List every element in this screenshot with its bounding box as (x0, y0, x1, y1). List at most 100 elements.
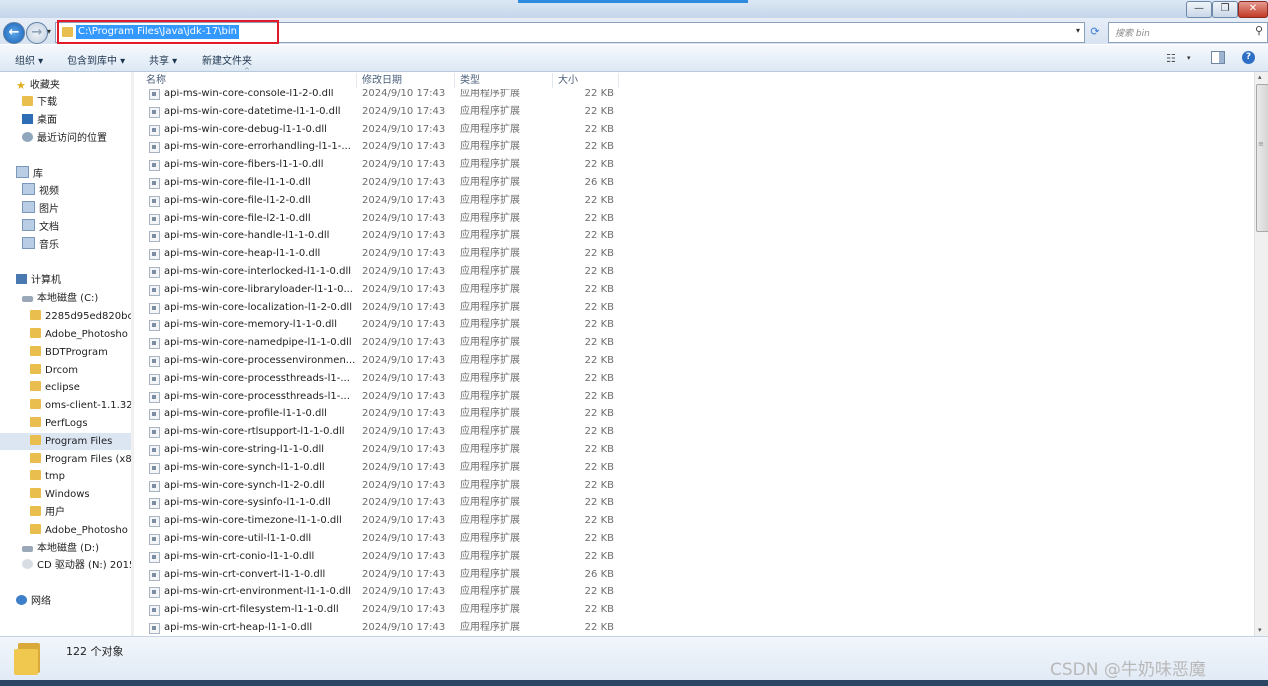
nav-folder[interactable]: Program Files (x86 (30, 451, 131, 468)
file-row[interactable]: api-ms-win-core-libraryloader-l1-1-0... 2… (140, 281, 620, 298)
file-row[interactable]: api-ms-win-core-synch-l1-2-0.dll 2024/9/1… (140, 477, 620, 494)
nav-folder[interactable]: tmp (30, 468, 65, 485)
file-row[interactable]: api-ms-win-core-interlocked-l1-1-0.dll 20… (140, 263, 620, 280)
file-row[interactable]: api-ms-win-crt-convert-l1-1-0.dll 2024/9/… (140, 566, 620, 583)
file-size: 22 KB (584, 550, 614, 562)
file-row[interactable]: api-ms-win-core-heap-l1-1-0.dll 2024/9/10… (140, 245, 620, 262)
file-row[interactable]: api-ms-win-core-synch-l1-1-0.dll 2024/9/1… (140, 459, 620, 476)
nav-folder[interactable]: 2285d95ed820bc (30, 308, 131, 325)
column-header-type[interactable]: 类型 (454, 73, 553, 88)
nav-music[interactable]: 音乐 (22, 237, 59, 254)
file-date: 2024/9/10 17:43 (362, 248, 446, 260)
nav-folder[interactable]: eclipse (30, 379, 80, 396)
scroll-up-icon[interactable]: ▴ (1258, 73, 1262, 81)
file-row[interactable]: api-ms-win-crt-filesystem-l1-1-0.dll 2024… (140, 601, 620, 618)
nav-folder[interactable]: Adobe_Photosho (30, 326, 128, 343)
nav-local-disk-d[interactable]: 本地磁盘 (D:) (22, 540, 99, 557)
file-row[interactable]: api-ms-win-core-file-l1-1-0.dll 2024/9/10… (140, 174, 620, 191)
file-row[interactable]: api-ms-win-core-sysinfo-l1-1-0.dll 2024/9… (140, 494, 620, 511)
search-icon[interactable]: ⚲ (1255, 24, 1263, 37)
include-in-library-menu[interactable]: 包含到库中 ▾ (67, 52, 125, 67)
search-input[interactable]: 搜索 bin ⚲ (1108, 22, 1268, 43)
refresh-button[interactable]: ⟳ (1086, 23, 1104, 41)
nav-folder[interactable]: Adobe_Photosho (30, 522, 128, 539)
nav-libraries[interactable]: 库 (16, 166, 43, 183)
file-row[interactable]: api-ms-win-core-profile-l1-1-0.dll 2024/9… (140, 405, 620, 422)
organize-menu[interactable]: 组织 ▾ (15, 52, 43, 67)
file-row[interactable]: api-ms-win-crt-conio-l1-1-0.dll 2024/9/10… (140, 548, 620, 565)
file-row[interactable]: api-ms-win-core-timezone-l1-1-0.dll 2024/… (140, 512, 620, 529)
file-row[interactable]: api-ms-win-core-util-l1-1-0.dll 2024/9/10… (140, 530, 620, 547)
file-row[interactable]: api-ms-win-core-localization-l1-2-0.dll 2… (140, 299, 620, 316)
maximize-button[interactable]: ❐ (1212, 1, 1238, 18)
nav-recent-places[interactable]: 最近访问的位置 (22, 130, 107, 147)
file-name: api-ms-win-core-file-l2-1-0.dll (164, 212, 311, 224)
file-row[interactable]: api-ms-win-core-namedpipe-l1-1-0.dll 2024… (140, 334, 620, 351)
nav-desktop[interactable]: 桌面 (22, 112, 57, 129)
nav-cd-drive[interactable]: CD 驱动器 (N:) 2015 (22, 557, 131, 574)
nav-folder[interactable]: Drcom (30, 362, 78, 379)
scrollbar-thumb[interactable] (1256, 84, 1268, 232)
share-menu[interactable]: 共享 ▾ (149, 52, 177, 67)
nav-folder[interactable]: PerfLogs (30, 415, 88, 432)
column-header-size[interactable]: 大小 (552, 73, 619, 88)
preview-pane-icon[interactable] (1211, 51, 1225, 64)
view-dropdown-icon[interactable]: ▾ (1187, 54, 1191, 62)
nav-favorites[interactable]: ★ 收藏夹 (16, 77, 60, 94)
nav-folder-selected[interactable]: Program Files (0, 433, 131, 450)
file-row[interactable]: api-ms-win-core-file-l2-1-0.dll 2024/9/10… (140, 210, 620, 227)
nav-label: 用户 (45, 507, 65, 518)
file-row[interactable]: api-ms-win-core-debug-l1-1-0.dll 2024/9/1… (140, 121, 620, 138)
nav-folder[interactable]: 用户 (30, 504, 65, 521)
nav-folder[interactable]: Windows (30, 486, 90, 503)
file-row[interactable]: api-ms-win-core-datetime-l1-1-0.dll 2024/… (140, 103, 620, 120)
new-folder-button[interactable]: 新建文件夹 (202, 52, 252, 67)
file-row[interactable]: api-ms-win-core-memory-l1-1-0.dll 2024/9/… (140, 316, 620, 333)
file-row[interactable]: api-ms-win-crt-environment-l1-1-0.dll 202… (140, 583, 620, 600)
nav-folder[interactable]: oms-client-1.1.32 (30, 397, 131, 414)
file-row[interactable]: api-ms-win-core-processthreads-l1-... 202… (140, 388, 620, 405)
scroll-down-icon[interactable]: ▾ (1258, 626, 1262, 634)
column-header-name[interactable]: 名称 (140, 73, 357, 88)
file-date: 2024/9/10 17:43 (362, 89, 446, 99)
file-date: 2024/9/10 17:43 (362, 408, 446, 420)
address-dropdown-icon[interactable]: ▾ (1076, 26, 1080, 35)
view-options-icon[interactable]: ☷ (1166, 52, 1176, 65)
close-button[interactable]: ✕ (1238, 1, 1268, 18)
back-button[interactable]: ← (3, 22, 25, 44)
nav-pictures[interactable]: 图片 (22, 201, 59, 218)
nav-local-disk-c[interactable]: 本地磁盘 (C:) (22, 290, 98, 307)
watermark: CSDN @牛奶味恶魔 (1050, 660, 1206, 680)
file-type: 应用程序扩展 (460, 283, 520, 295)
recent-pages-dropdown-icon[interactable]: ▾ (47, 27, 51, 36)
file-row[interactable]: api-ms-win-crt-heap-l1-1-0.dll 2024/9/10 … (140, 619, 620, 635)
file-size: 22 KB (584, 408, 614, 420)
file-row[interactable]: api-ms-win-core-processenvironmen... 2024… (140, 352, 620, 369)
file-name: api-ms-win-core-debug-l1-1-0.dll (164, 123, 327, 135)
nav-network[interactable]: 网络 (16, 593, 51, 610)
column-header-date[interactable]: 修改日期 (356, 73, 455, 88)
nav-documents[interactable]: 文档 (22, 219, 59, 236)
pane-splitter[interactable] (131, 72, 134, 636)
file-row[interactable]: api-ms-win-core-handle-l1-1-0.dll 2024/9/… (140, 227, 620, 244)
file-row[interactable]: api-ms-win-core-console-l1-2-0.dll 2024/9… (140, 89, 620, 102)
file-row[interactable]: api-ms-win-core-errorhandling-l1-1-... 20… (140, 138, 620, 155)
file-row[interactable]: api-ms-win-core-fibers-l1-1-0.dll 2024/9/… (140, 156, 620, 173)
vertical-scrollbar[interactable]: ▴ ≡ ▾ (1254, 72, 1268, 636)
file-row[interactable]: api-ms-win-core-rtlsupport-l1-1-0.dll 202… (140, 423, 620, 440)
help-icon[interactable]: ? (1242, 51, 1255, 64)
nav-folder[interactable]: BDTProgram (30, 344, 108, 361)
file-row[interactable]: api-ms-win-core-processthreads-l1-... 202… (140, 370, 620, 387)
file-name: api-ms-win-core-processthreads-l1-... (164, 390, 350, 402)
nav-downloads[interactable]: 下载 (22, 94, 57, 111)
nav-computer[interactable]: 计算机 (16, 272, 61, 289)
file-row[interactable]: api-ms-win-core-file-l1-2-0.dll 2024/9/10… (140, 192, 620, 209)
forward-button[interactable]: → (26, 22, 48, 44)
details-pane: 122 个对象 CSDN @牛奶味恶魔 (0, 636, 1268, 681)
file-date: 2024/9/10 17:43 (362, 372, 446, 384)
dll-file-icon (149, 195, 160, 207)
file-row[interactable]: api-ms-win-core-string-l1-1-0.dll 2024/9/… (140, 441, 620, 458)
nav-videos[interactable]: 视频 (22, 183, 59, 200)
minimize-button[interactable]: — (1186, 1, 1212, 18)
file-date: 2024/9/10 17:43 (362, 266, 446, 277)
